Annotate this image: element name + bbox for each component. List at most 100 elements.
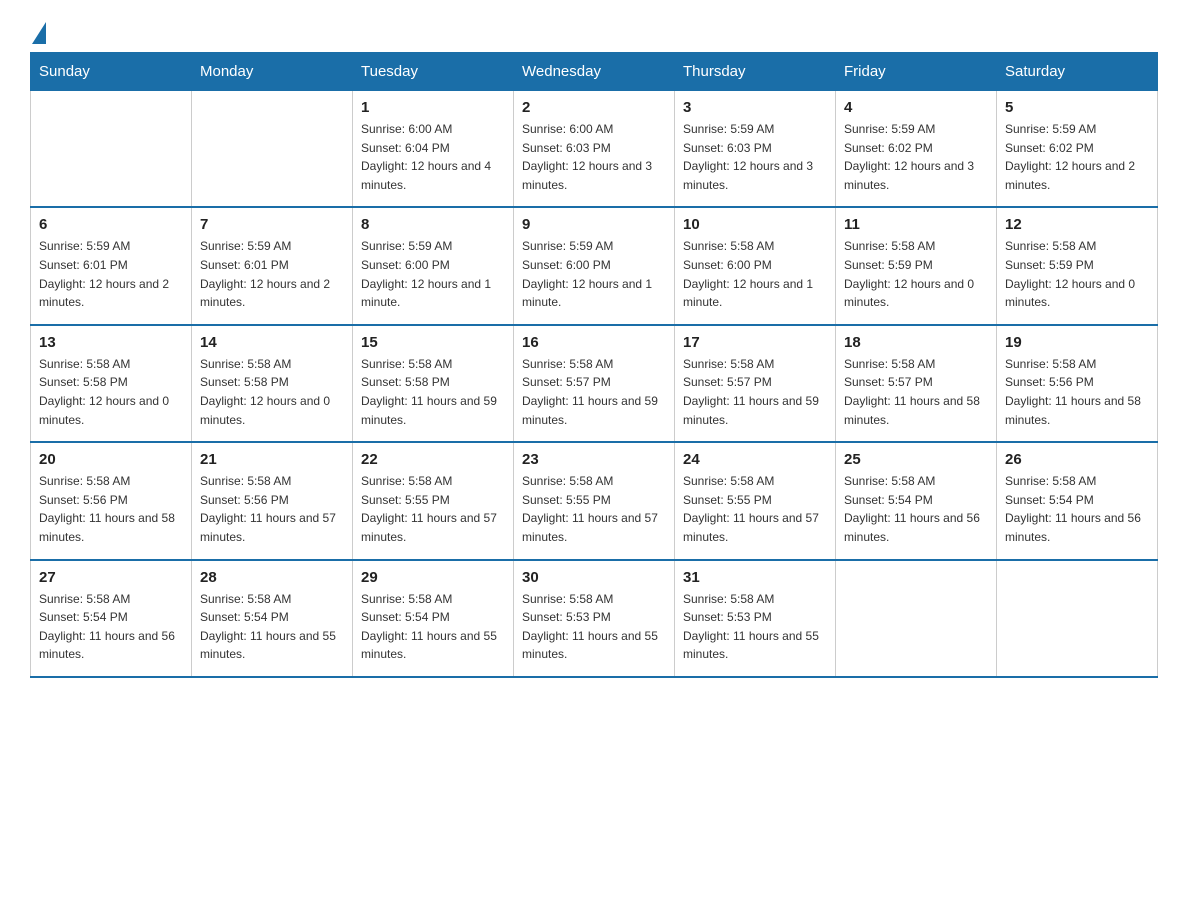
calendar-cell: 25 Sunrise: 5:58 AMSunset: 5:54 PMDayligh… bbox=[836, 442, 997, 559]
calendar-cell: 3 Sunrise: 5:59 AMSunset: 6:03 PMDaylight… bbox=[675, 91, 836, 208]
day-info: Sunrise: 5:58 AMSunset: 5:56 PMDaylight:… bbox=[39, 472, 183, 546]
calendar-cell bbox=[997, 560, 1158, 677]
logo-triangle-icon bbox=[32, 22, 46, 44]
day-number: 15 bbox=[361, 334, 505, 351]
day-number: 10 bbox=[683, 216, 827, 233]
day-info: Sunrise: 5:58 AMSunset: 5:54 PMDaylight:… bbox=[361, 590, 505, 664]
calendar-cell: 7Sunrise: 5:59 AMSunset: 6:01 PMDaylight… bbox=[192, 207, 353, 324]
day-number: 24 bbox=[683, 451, 827, 468]
calendar-week-row: 1Sunrise: 6:00 AMSunset: 6:04 PMDaylight… bbox=[31, 91, 1158, 208]
day-number: 9 bbox=[522, 216, 666, 233]
day-number: 19 bbox=[1005, 334, 1149, 351]
calendar-header: SundayMondayTuesdayWednesdayThursdayFrid… bbox=[31, 53, 1158, 91]
day-number: 21 bbox=[200, 451, 344, 468]
calendar-cell: 1Sunrise: 6:00 AMSunset: 6:04 PMDaylight… bbox=[353, 91, 514, 208]
calendar-cell: 8 Sunrise: 5:59 AMSunset: 6:00 PMDaylight… bbox=[353, 207, 514, 324]
day-number: 28 bbox=[200, 569, 344, 586]
day-info: Sunrise: 5:58 AMSunset: 5:55 PMDaylight:… bbox=[361, 472, 505, 546]
day-number: 20 bbox=[39, 451, 183, 468]
calendar-cell: 2Sunrise: 6:00 AMSunset: 6:03 PMDaylight… bbox=[514, 91, 675, 208]
calendar-cell: 28 Sunrise: 5:58 AMSunset: 5:54 PMDayligh… bbox=[192, 560, 353, 677]
calendar-cell: 21 Sunrise: 5:58 AMSunset: 5:56 PMDayligh… bbox=[192, 442, 353, 559]
day-info: Sunrise: 5:58 AMSunset: 5:56 PMDaylight:… bbox=[200, 472, 344, 546]
calendar-cell: 24 Sunrise: 5:58 AMSunset: 5:55 PMDayligh… bbox=[675, 442, 836, 559]
calendar-cell: 27 Sunrise: 5:58 AMSunset: 5:54 PMDayligh… bbox=[31, 560, 192, 677]
calendar-week-row: 13Sunrise: 5:58 AMSunset: 5:58 PMDayligh… bbox=[31, 325, 1158, 442]
calendar-cell bbox=[836, 560, 997, 677]
calendar-week-row: 20 Sunrise: 5:58 AMSunset: 5:56 PMDayligh… bbox=[31, 442, 1158, 559]
calendar-cell: 17 Sunrise: 5:58 AMSunset: 5:57 PMDayligh… bbox=[675, 325, 836, 442]
calendar-table: SundayMondayTuesdayWednesdayThursdayFrid… bbox=[30, 52, 1158, 678]
calendar-cell: 26 Sunrise: 5:58 AMSunset: 5:54 PMDayligh… bbox=[997, 442, 1158, 559]
day-info: Sunrise: 5:58 AMSunset: 5:54 PMDaylight:… bbox=[200, 590, 344, 664]
calendar-cell: 13Sunrise: 5:58 AMSunset: 5:58 PMDayligh… bbox=[31, 325, 192, 442]
day-number: 22 bbox=[361, 451, 505, 468]
header-cell-tuesday: Tuesday bbox=[353, 53, 514, 91]
calendar-cell: 16Sunrise: 5:58 AMSunset: 5:57 PMDayligh… bbox=[514, 325, 675, 442]
day-info: Sunrise: 5:59 AMSunset: 6:01 PMDaylight:… bbox=[39, 237, 183, 311]
calendar-week-row: 27 Sunrise: 5:58 AMSunset: 5:54 PMDayligh… bbox=[31, 560, 1158, 677]
calendar-cell bbox=[31, 91, 192, 208]
page-header bbox=[30, 20, 1158, 42]
calendar-cell: 10 Sunrise: 5:58 AMSunset: 6:00 PMDayligh… bbox=[675, 207, 836, 324]
calendar-cell: 31 Sunrise: 5:58 AMSunset: 5:53 PMDayligh… bbox=[675, 560, 836, 677]
calendar-cell: 9 Sunrise: 5:59 AMSunset: 6:00 PMDaylight… bbox=[514, 207, 675, 324]
day-info: Sunrise: 5:58 AMSunset: 5:59 PMDaylight:… bbox=[844, 237, 988, 311]
calendar-cell bbox=[192, 91, 353, 208]
day-number: 6 bbox=[39, 216, 183, 233]
header-cell-wednesday: Wednesday bbox=[514, 53, 675, 91]
header-cell-saturday: Saturday bbox=[997, 53, 1158, 91]
header-cell-monday: Monday bbox=[192, 53, 353, 91]
calendar-cell: 4Sunrise: 5:59 AMSunset: 6:02 PMDaylight… bbox=[836, 91, 997, 208]
day-number: 1 bbox=[361, 99, 505, 116]
day-info: Sunrise: 5:58 AMSunset: 5:55 PMDaylight:… bbox=[683, 472, 827, 546]
day-info: Sunrise: 5:58 AMSunset: 5:57 PMDaylight:… bbox=[844, 355, 988, 429]
calendar-cell: 6 Sunrise: 5:59 AMSunset: 6:01 PMDaylight… bbox=[31, 207, 192, 324]
day-info: Sunrise: 5:58 AMSunset: 5:57 PMDaylight:… bbox=[683, 355, 827, 429]
calendar-cell: 12 Sunrise: 5:58 AMSunset: 5:59 PMDayligh… bbox=[997, 207, 1158, 324]
day-info: Sunrise: 5:58 AMSunset: 5:59 PMDaylight:… bbox=[1005, 237, 1149, 311]
calendar-week-row: 6 Sunrise: 5:59 AMSunset: 6:01 PMDaylight… bbox=[31, 207, 1158, 324]
day-info: Sunrise: 5:58 AMSunset: 5:54 PMDaylight:… bbox=[1005, 472, 1149, 546]
day-info: Sunrise: 5:58 AMSunset: 5:54 PMDaylight:… bbox=[844, 472, 988, 546]
calendar-cell: 19 Sunrise: 5:58 AMSunset: 5:56 PMDayligh… bbox=[997, 325, 1158, 442]
day-info: Sunrise: 5:59 AMSunset: 6:00 PMDaylight:… bbox=[522, 237, 666, 311]
day-info: Sunrise: 5:58 AMSunset: 5:58 PMDaylight:… bbox=[39, 355, 183, 429]
day-info: Sunrise: 5:59 AMSunset: 6:01 PMDaylight:… bbox=[200, 237, 344, 311]
calendar-body: 1Sunrise: 6:00 AMSunset: 6:04 PMDaylight… bbox=[31, 91, 1158, 677]
header-cell-friday: Friday bbox=[836, 53, 997, 91]
day-number: 3 bbox=[683, 99, 827, 116]
day-number: 26 bbox=[1005, 451, 1149, 468]
day-number: 23 bbox=[522, 451, 666, 468]
day-number: 14 bbox=[200, 334, 344, 351]
day-info: Sunrise: 5:59 AMSunset: 6:00 PMDaylight:… bbox=[361, 237, 505, 311]
day-info: Sunrise: 5:58 AMSunset: 5:53 PMDaylight:… bbox=[683, 590, 827, 664]
day-number: 16 bbox=[522, 334, 666, 351]
day-number: 31 bbox=[683, 569, 827, 586]
day-number: 18 bbox=[844, 334, 988, 351]
calendar-cell: 29 Sunrise: 5:58 AMSunset: 5:54 PMDayligh… bbox=[353, 560, 514, 677]
day-info: Sunrise: 5:59 AMSunset: 6:02 PMDaylight:… bbox=[1005, 120, 1149, 194]
day-info: Sunrise: 5:59 AMSunset: 6:03 PMDaylight:… bbox=[683, 120, 827, 194]
day-info: Sunrise: 5:59 AMSunset: 6:02 PMDaylight:… bbox=[844, 120, 988, 194]
day-info: Sunrise: 5:58 AMSunset: 5:54 PMDaylight:… bbox=[39, 590, 183, 664]
calendar-cell: 14Sunrise: 5:58 AMSunset: 5:58 PMDayligh… bbox=[192, 325, 353, 442]
day-number: 11 bbox=[844, 216, 988, 233]
day-number: 2 bbox=[522, 99, 666, 116]
day-number: 29 bbox=[361, 569, 505, 586]
day-number: 25 bbox=[844, 451, 988, 468]
calendar-cell: 15Sunrise: 5:58 AMSunset: 5:58 PMDayligh… bbox=[353, 325, 514, 442]
day-number: 8 bbox=[361, 216, 505, 233]
calendar-cell: 30Sunrise: 5:58 AMSunset: 5:53 PMDayligh… bbox=[514, 560, 675, 677]
day-info: Sunrise: 5:58 AMSunset: 5:56 PMDaylight:… bbox=[1005, 355, 1149, 429]
calendar-cell: 23Sunrise: 5:58 AMSunset: 5:55 PMDayligh… bbox=[514, 442, 675, 559]
calendar-cell: 11 Sunrise: 5:58 AMSunset: 5:59 PMDayligh… bbox=[836, 207, 997, 324]
calendar-cell: 22 Sunrise: 5:58 AMSunset: 5:55 PMDayligh… bbox=[353, 442, 514, 559]
day-number: 12 bbox=[1005, 216, 1149, 233]
header-row: SundayMondayTuesdayWednesdayThursdayFrid… bbox=[31, 53, 1158, 91]
logo bbox=[30, 20, 46, 42]
day-number: 27 bbox=[39, 569, 183, 586]
day-info: Sunrise: 5:58 AMSunset: 6:00 PMDaylight:… bbox=[683, 237, 827, 311]
day-number: 17 bbox=[683, 334, 827, 351]
calendar-cell: 20 Sunrise: 5:58 AMSunset: 5:56 PMDayligh… bbox=[31, 442, 192, 559]
